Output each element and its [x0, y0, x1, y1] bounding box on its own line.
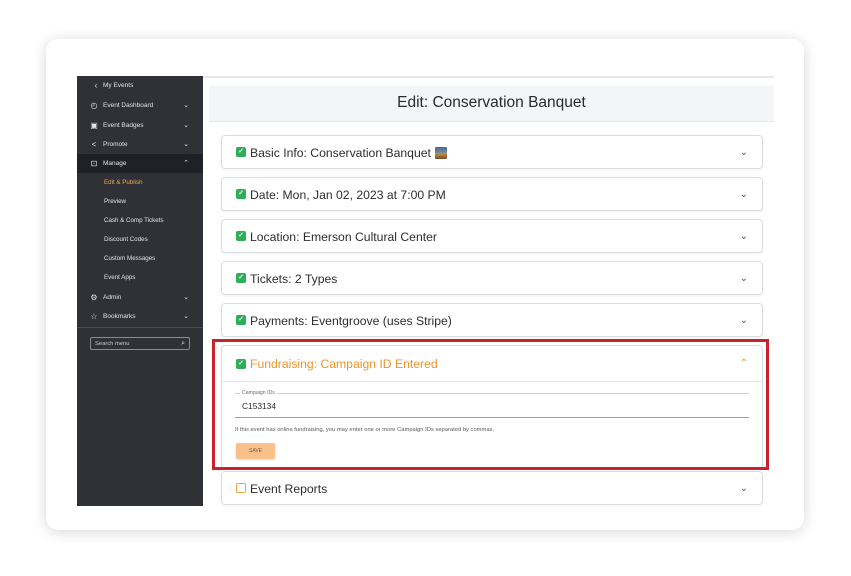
- chevron-down-icon: ⌄: [739, 189, 748, 200]
- section-payments[interactable]: ✓ Payments: Eventgroove (uses Stripe) ⌄: [221, 303, 763, 337]
- sidebar-item-label: Event Dashboard: [103, 102, 154, 109]
- chevron-down-icon: ⌄: [739, 315, 748, 326]
- chevron-down-icon: ⌄: [739, 483, 748, 494]
- section-location[interactable]: ✓ Location: Emerson Cultural Center ⌄: [221, 219, 763, 253]
- sidebar-item-label: Promote: [103, 141, 128, 148]
- sidebar-search-input[interactable]: Search menu ⌕: [90, 337, 190, 350]
- check-icon: ✓: [236, 189, 246, 199]
- section-title: Payments: Eventgroove (uses Stripe): [250, 314, 452, 328]
- section-title: Location: Emerson Cultural Center: [250, 230, 437, 244]
- dashboard-icon: ◴: [90, 101, 98, 110]
- section-tickets[interactable]: ✓ Tickets: 2 Types ⌄: [221, 261, 763, 295]
- sidebar-item-admin[interactable]: ⚙ Admin ⌄: [77, 288, 203, 307]
- section-title: Tickets: 2 Types: [250, 272, 338, 286]
- search-placeholder: Search menu: [95, 340, 130, 347]
- chevron-down-icon: ⌄: [739, 273, 748, 284]
- sidebar-subitem-discount-codes[interactable]: Discount Codes: [104, 230, 148, 249]
- section-title: Basic Info: Conservation Banquet: [250, 136, 447, 170]
- sidebar-subitem-custom-messages[interactable]: Custom Messages: [104, 249, 155, 268]
- manage-icon: ⊡: [90, 159, 98, 168]
- chevron-down-icon: ⌄: [183, 141, 189, 148]
- chevron-down-icon: ⌄: [739, 231, 748, 242]
- sidebar-divider: [77, 327, 203, 328]
- sidebar-item-promote[interactable]: < Promote ⌄: [77, 135, 203, 154]
- chevron-down-icon: ⌄: [183, 102, 189, 109]
- highlight-box: [212, 339, 769, 470]
- check-icon: ✓: [236, 147, 246, 157]
- check-icon: ✓: [236, 315, 246, 325]
- check-icon: ✓: [236, 273, 246, 283]
- sidebar-item-event-dashboard[interactable]: ◴ Event Dashboard ⌄: [77, 96, 203, 115]
- chevron-down-icon: ⌄: [739, 147, 748, 158]
- badge-icon: ▣: [90, 121, 98, 130]
- sidebar-item-label: Event Badges: [103, 122, 144, 129]
- section-title: Event Reports: [250, 482, 328, 496]
- check-icon: ✓: [236, 231, 246, 241]
- top-divider: [203, 76, 774, 78]
- page-title: Edit: Conservation Banquet: [209, 86, 774, 122]
- sidebar-item-manage[interactable]: ⊡ Manage ⌃: [77, 154, 203, 173]
- sidebar-item-event-badges[interactable]: ▣ Event Badges ⌄: [77, 116, 203, 135]
- unchecked-box-icon: [236, 483, 246, 493]
- sidebar-back-label: My Events: [103, 82, 134, 89]
- chevron-left-icon: ‹: [94, 81, 98, 90]
- chevron-down-icon: ⌄: [183, 122, 189, 129]
- sidebar-item-label: Admin: [103, 294, 122, 301]
- sidebar-subitem-cash-comp-tickets[interactable]: Cash & Comp Tickets: [104, 211, 164, 230]
- sidebar-back-my-events[interactable]: ‹ My Events: [77, 76, 203, 95]
- admin-icon: ⚙: [90, 293, 98, 302]
- chevron-up-icon: ⌃: [183, 160, 189, 167]
- section-title: Date: Mon, Jan 02, 2023 at 7:00 PM: [250, 188, 446, 202]
- event-thumbnail-image: [434, 147, 447, 159]
- sidebar-subitem-edit-publish[interactable]: Edit & Publish: [104, 173, 143, 192]
- section-event-reports[interactable]: Event Reports ⌄: [221, 471, 763, 505]
- sidebar: ‹ My Events ◴ Event Dashboard ⌄ ▣ Event …: [77, 76, 203, 506]
- search-icon: ⌕: [181, 340, 185, 347]
- sidebar-subitem-event-apps[interactable]: Event Apps: [104, 268, 135, 287]
- star-icon: ☆: [90, 312, 98, 321]
- section-basic-info[interactable]: ✓ Basic Info: Conservation Banquet ⌄: [221, 135, 763, 169]
- section-date[interactable]: ✓ Date: Mon, Jan 02, 2023 at 7:00 PM ⌄: [221, 177, 763, 211]
- sidebar-item-bookmarks[interactable]: ☆ Bookmarks ⌄: [77, 307, 203, 326]
- chevron-down-icon: ⌄: [183, 294, 189, 301]
- sidebar-subitem-preview[interactable]: Preview: [104, 192, 126, 211]
- share-icon: <: [91, 140, 97, 149]
- sidebar-item-label: Manage: [103, 160, 127, 167]
- chevron-down-icon: ⌄: [183, 313, 189, 320]
- sidebar-item-label: Bookmarks: [103, 313, 136, 320]
